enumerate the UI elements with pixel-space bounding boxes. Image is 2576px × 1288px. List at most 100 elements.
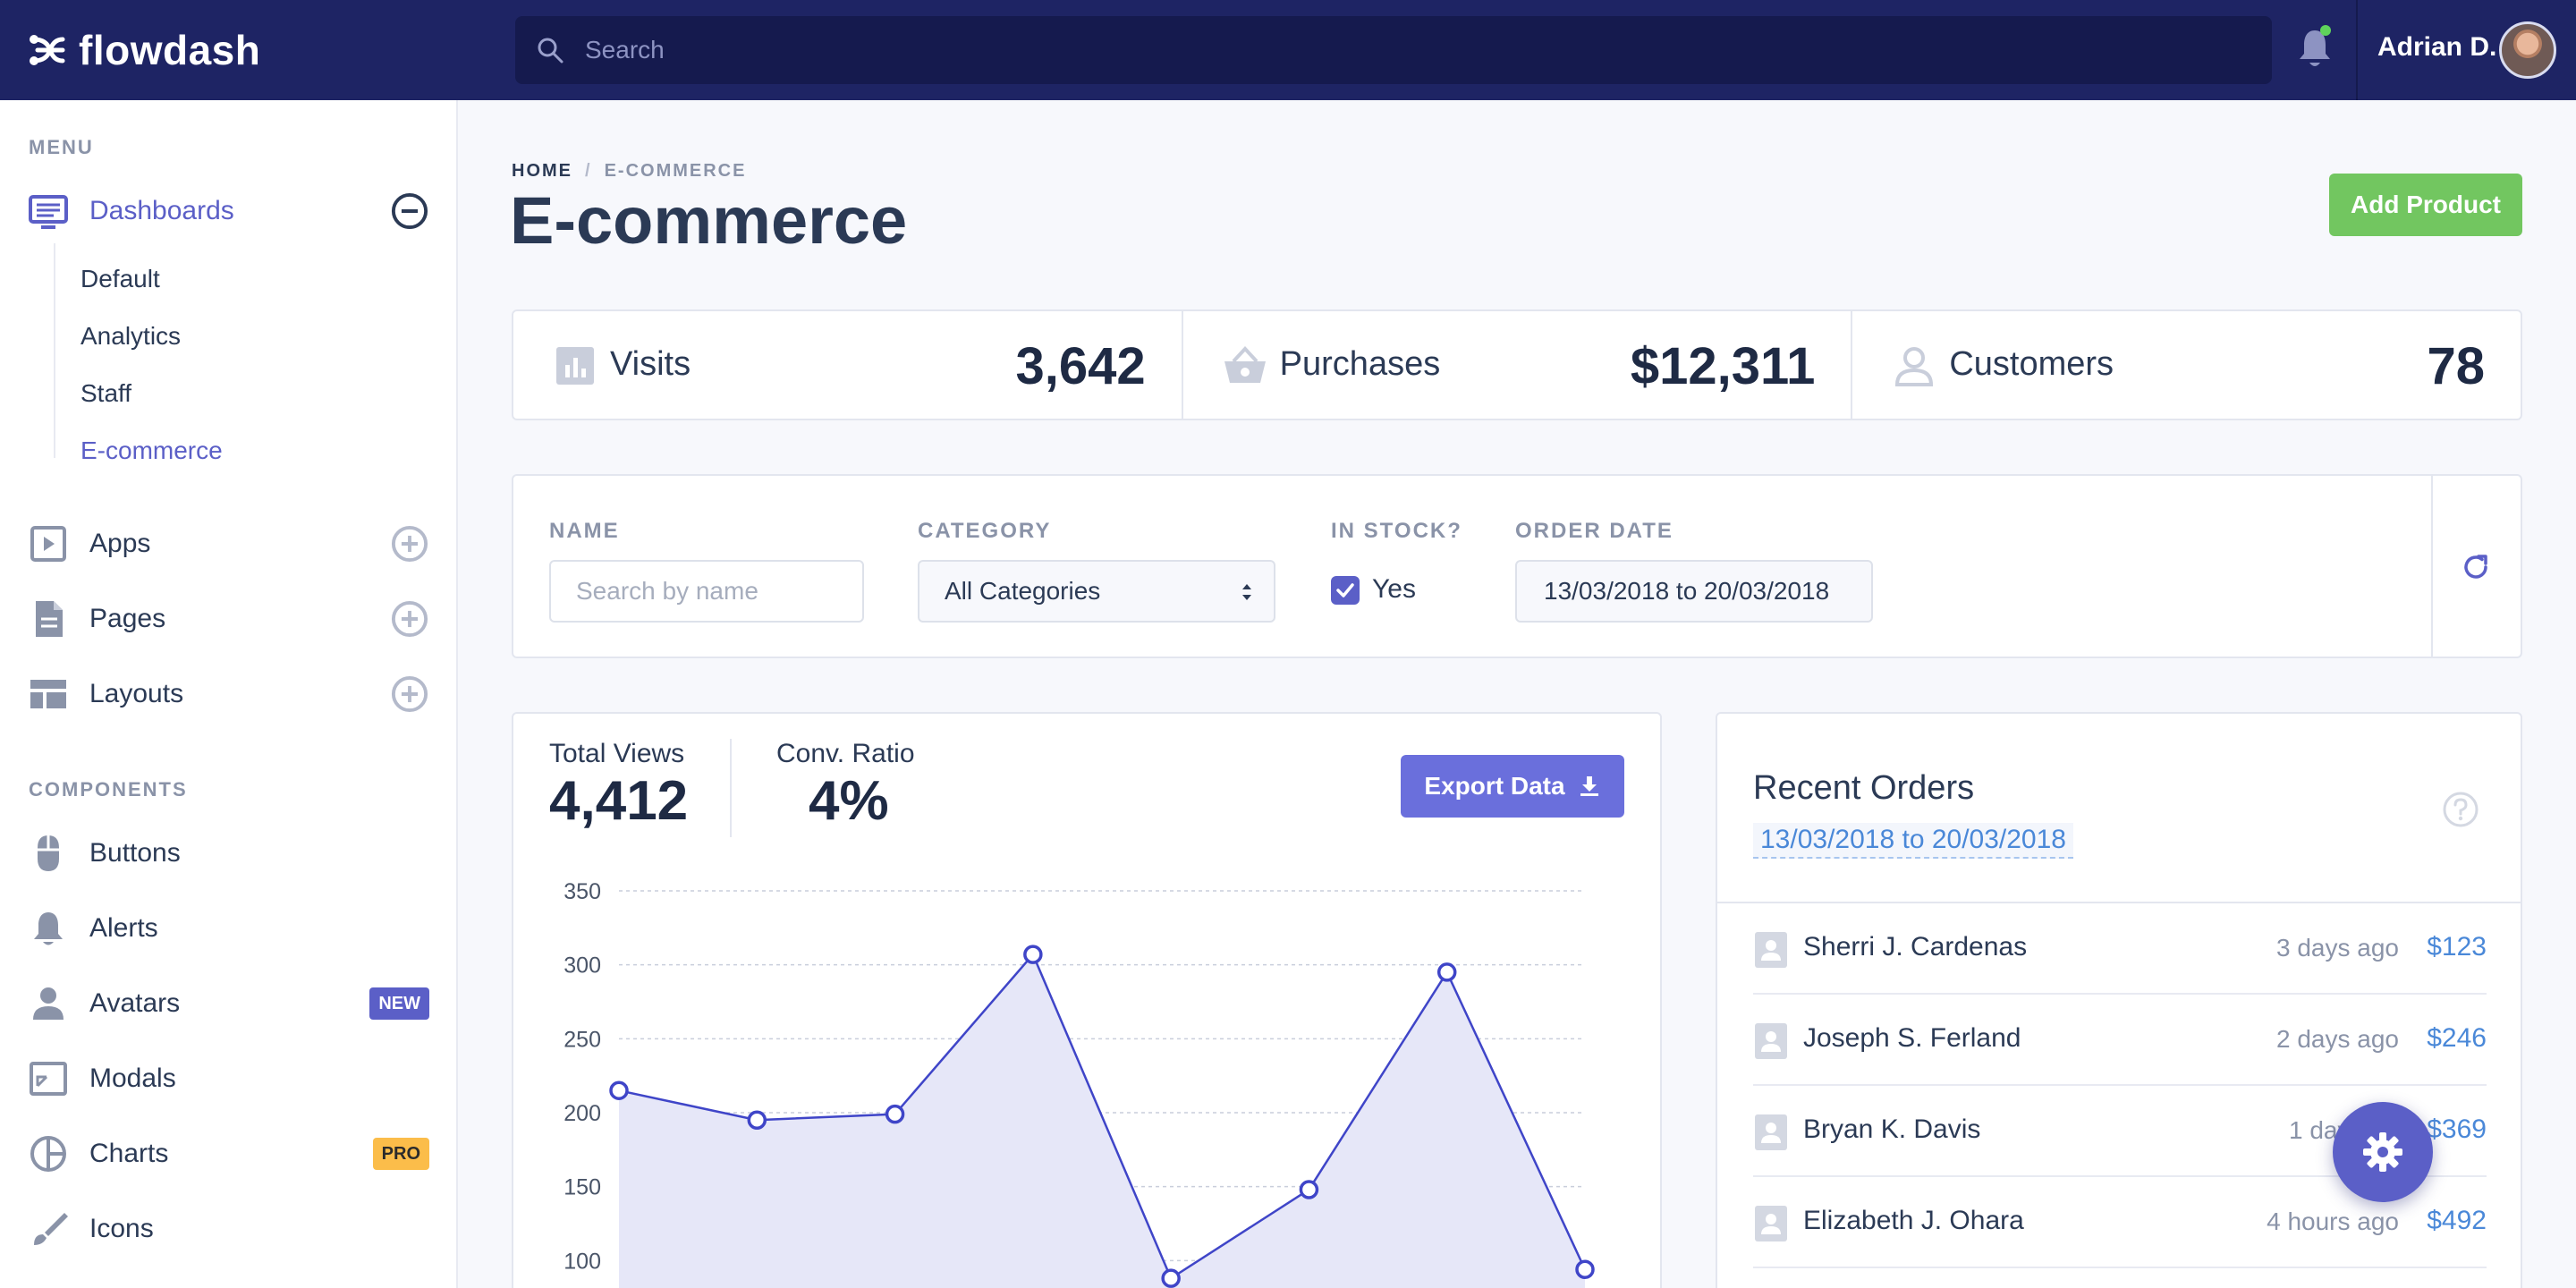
submenu-guide-line (54, 243, 55, 458)
select-arrows-icon (1242, 584, 1251, 600)
orders-date-range[interactable]: 13/03/2018 to 20/03/2018 (1753, 823, 2073, 859)
expand-plus-icon[interactable] (390, 524, 429, 564)
order-customer-name: Bryan K. Davis (1803, 1114, 1981, 1144)
settings-fab-button[interactable] (2333, 1102, 2433, 1202)
stat-visits: Visits 3,642 (513, 311, 1183, 419)
brand-logo[interactable]: flowdash (0, 26, 515, 74)
y-tick-label: 200 (564, 1101, 601, 1126)
gear-icon (2363, 1132, 2402, 1172)
y-tick-label: 350 (564, 879, 601, 904)
sidebar-item-charts[interactable]: Charts PRO (29, 1127, 429, 1181)
sidebar-item-label: Layouts (89, 679, 184, 708)
expand-plus-icon[interactable] (390, 599, 429, 639)
sidebar-item-label: Apps (89, 529, 151, 558)
contact-card-icon (1755, 1023, 1787, 1059)
stat-label: Visits (610, 345, 691, 383)
stat-value: 3,642 (1015, 337, 1146, 395)
sidebar-item-label: Buttons (89, 838, 181, 868)
menu-heading: MENU (29, 136, 94, 158)
sidebar: MENU Dashboards Default Analytics Staff … (0, 100, 458, 1288)
breadcrumb-separator: / (585, 161, 592, 181)
in-stock-checkbox[interactable] (1331, 576, 1360, 605)
basket-icon (1224, 346, 1266, 383)
new-badge: NEW (369, 987, 429, 1020)
pie-chart-icon (30, 1136, 66, 1172)
sidebar-item-buttons[interactable]: Buttons (29, 826, 429, 880)
modal-icon (30, 1062, 67, 1096)
help-question-icon[interactable] (2442, 791, 2479, 828)
breadcrumb: HOME / E-COMMERCE (512, 161, 746, 182)
order-customer-name: Joseph S. Ferland (1803, 1023, 2021, 1053)
layout-icon (30, 680, 66, 708)
filter-bar: NAME CATEGORY All Categories IN STOCK? Y… (512, 474, 2522, 658)
order-time: 4 hours ago (2267, 1208, 2399, 1235)
sidebar-item-label: Modals (89, 1063, 176, 1093)
add-product-button[interactable]: Add Product (2329, 174, 2522, 236)
sidebar-item-label: Charts (89, 1139, 169, 1168)
recent-orders-card: Recent Orders 13/03/2018 to 20/03/2018 S… (1716, 712, 2522, 1288)
breadcrumb-home[interactable]: HOME (512, 161, 572, 181)
sidebar-subitem-staff[interactable]: Staff (80, 379, 131, 408)
file-icon (36, 601, 63, 637)
sidebar-item-label: Avatars (89, 988, 181, 1018)
sidebar-item-alerts[interactable]: Alerts (29, 902, 429, 955)
top-navbar: flowdash Adrian D. (0, 0, 2576, 100)
sidebar-item-dashboards[interactable]: Dashboards (29, 184, 429, 238)
stat-label: Customers (1949, 345, 2114, 383)
refresh-icon[interactable] (2460, 551, 2492, 583)
bell-icon (34, 912, 63, 945)
category-select[interactable]: All Categories (918, 560, 1275, 623)
order-amount[interactable]: $123 (2427, 932, 2487, 962)
stat-value: $12,311 (1630, 337, 1816, 395)
order-row[interactable]: Sherri J. Cardenas 3 days ago $123 (1753, 903, 2487, 995)
name-search-input[interactable] (549, 560, 864, 623)
in-stock-checkbox-label[interactable]: Yes (1372, 574, 1416, 605)
breadcrumb-current: E-COMMERCE (604, 161, 747, 181)
person-icon (1895, 347, 1934, 386)
check-icon (1336, 583, 1354, 597)
order-amount[interactable]: $492 (2427, 1206, 2487, 1236)
y-tick-label: 300 (564, 953, 601, 979)
topbar-divider (2356, 0, 2358, 100)
sidebar-item-pages[interactable]: Pages (29, 592, 429, 646)
user-avatar[interactable] (2499, 21, 2556, 79)
y-tick-label: 250 (564, 1027, 601, 1052)
sidebar-item-modals[interactable]: Modals (29, 1052, 429, 1106)
y-tick-label: 150 (564, 1175, 601, 1200)
order-time: 2 days ago (2276, 1025, 2399, 1053)
stats-strip: Visits 3,642 Purchases $12,311 Customers… (512, 309, 2522, 420)
filter-divider (2431, 476, 2433, 657)
sidebar-subitem-ecommerce[interactable]: E-commerce (80, 436, 223, 465)
order-date-range-input[interactable]: 13/03/2018 to 20/03/2018 (1515, 560, 1873, 623)
stat-label: Purchases (1279, 345, 1441, 383)
order-amount[interactable]: $369 (2427, 1114, 2487, 1145)
search-bar (515, 16, 2272, 84)
sidebar-item-apps[interactable]: Apps (29, 517, 429, 571)
data-point (1436, 962, 1457, 982)
order-row[interactable]: Joseph S. Ferland 2 days ago $246 (1753, 995, 2487, 1086)
sidebar-item-layouts[interactable]: Layouts (29, 667, 429, 721)
expand-plus-icon[interactable] (390, 674, 429, 714)
contact-card-icon (1755, 932, 1787, 968)
pro-badge: PRO (372, 1138, 429, 1170)
search-input[interactable] (585, 36, 2195, 64)
sidebar-subitem-analytics[interactable]: Analytics (80, 322, 181, 351)
sidebar-subitem-default[interactable]: Default (80, 265, 160, 293)
collapse-minus-icon[interactable] (390, 191, 429, 231)
search-icon (538, 38, 564, 64)
dashboard-monitor-icon (29, 195, 68, 229)
order-customer-name: Elizabeth J. Ohara (1803, 1206, 2024, 1235)
sidebar-item-icons[interactable]: Icons (29, 1202, 429, 1256)
order-customer-name: Sherri J. Cardenas (1803, 932, 2028, 962)
sidebar-item-label: Alerts (89, 913, 158, 943)
sidebar-item-avatars[interactable]: Avatars NEW (29, 977, 429, 1030)
order-amount[interactable]: $246 (2427, 1023, 2487, 1054)
data-point (885, 1104, 905, 1124)
data-point (609, 1080, 629, 1100)
user-name[interactable]: Adrian D. (2377, 32, 2496, 63)
contact-card-icon (1755, 1114, 1787, 1150)
play-square-icon (30, 526, 66, 562)
stat-value: 78 (2427, 337, 2486, 395)
components-heading: COMPONENTS (29, 778, 188, 801)
data-point (1161, 1268, 1181, 1288)
